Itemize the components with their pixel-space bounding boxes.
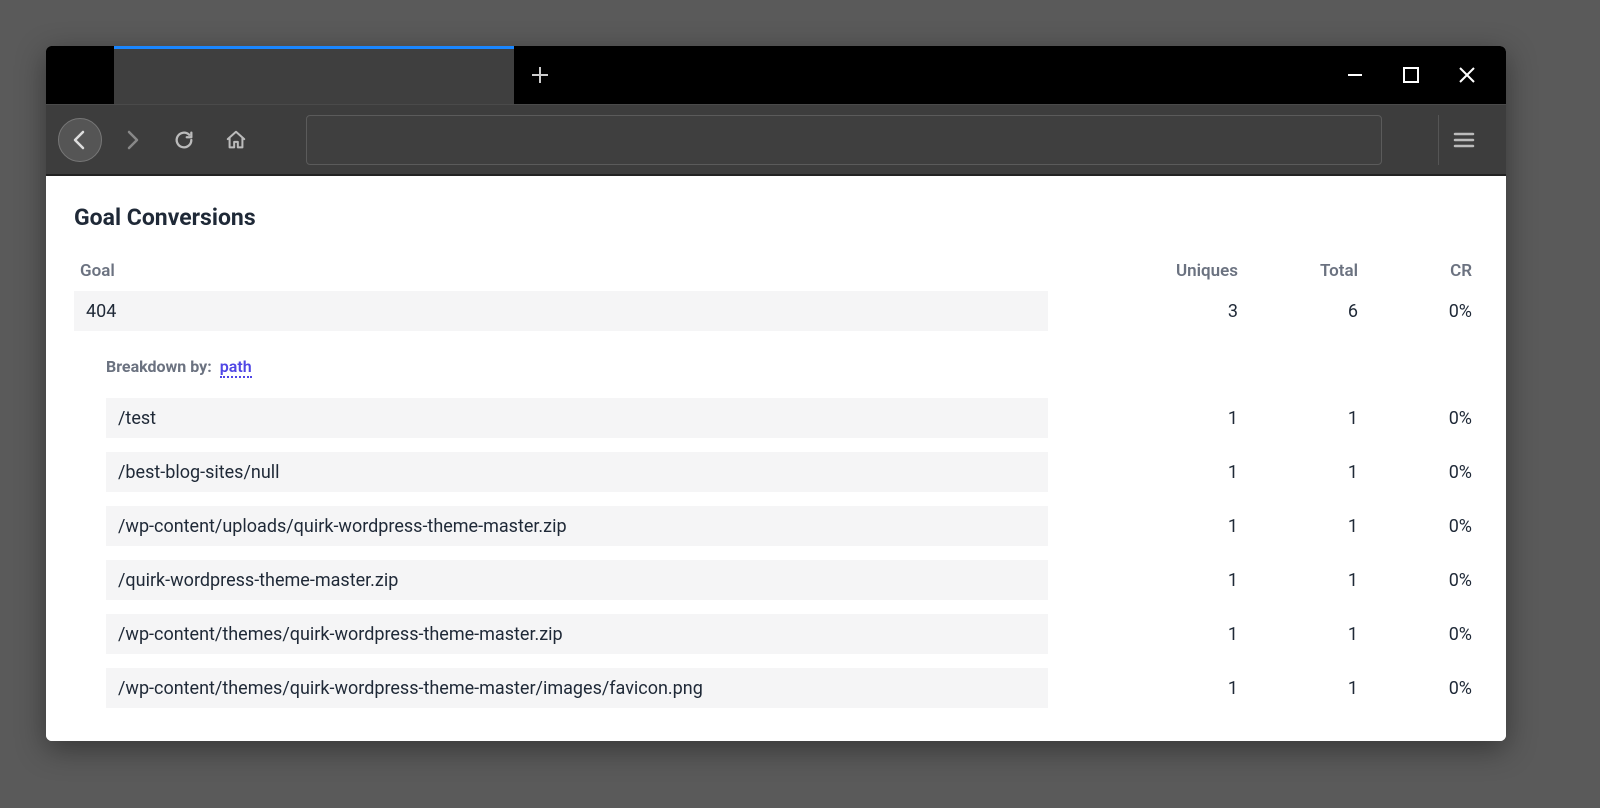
forward-button[interactable] xyxy=(110,118,154,162)
plus-icon xyxy=(530,65,550,85)
breakdown-cr: 0% xyxy=(1358,570,1478,591)
breakdown-row[interactable]: /wp-content/themes/quirk-wordpress-theme… xyxy=(106,614,1478,654)
col-goal-header: Goal xyxy=(80,261,1108,281)
active-tab[interactable] xyxy=(114,46,514,104)
minimize-icon xyxy=(1346,66,1364,84)
window-controls xyxy=(1346,46,1506,104)
new-tab-button[interactable] xyxy=(514,46,566,104)
breakdown-path: /wp-content/themes/quirk-wordpress-theme… xyxy=(106,614,1048,654)
window-maximize-button[interactable] xyxy=(1402,66,1420,84)
home-button[interactable] xyxy=(214,118,258,162)
close-icon xyxy=(1458,66,1476,84)
col-total-header: Total xyxy=(1238,261,1358,281)
breakdown-type-link[interactable]: path xyxy=(220,357,252,378)
goal-cr: 0% xyxy=(1358,301,1478,322)
breakdown-total: 1 xyxy=(1238,462,1358,483)
page-content: Goal Conversions Goal Uniques Total CR 4… xyxy=(46,176,1506,741)
breakdown-path: /best-blog-sites/null xyxy=(106,452,1048,492)
menu-button[interactable] xyxy=(1438,115,1488,165)
goal-uniques: 3 xyxy=(1108,301,1238,322)
breakdown-cr: 0% xyxy=(1358,624,1478,645)
browser-toolbar xyxy=(46,104,1506,176)
tab-loading-bar xyxy=(114,46,514,49)
breakdown-row[interactable]: /test110% xyxy=(106,398,1478,438)
breakdown-uniques: 1 xyxy=(1108,678,1238,699)
breakdown-total: 1 xyxy=(1238,570,1358,591)
breakdown-path: /quirk-wordpress-theme-master.zip xyxy=(106,560,1048,600)
maximize-icon xyxy=(1402,66,1420,84)
breakdown-uniques: 1 xyxy=(1108,462,1238,483)
breakdown-path: /wp-content/uploads/quirk-wordpress-them… xyxy=(106,506,1048,546)
breakdown-cr: 0% xyxy=(1358,516,1478,537)
breakdown-row[interactable]: /best-blog-sites/null110% xyxy=(106,452,1478,492)
goal-name: 404 xyxy=(74,291,1048,331)
breakdown-path: /wp-content/themes/quirk-wordpress-theme… xyxy=(106,668,1048,708)
breakdown-uniques: 1 xyxy=(1108,570,1238,591)
window-minimize-button[interactable] xyxy=(1346,66,1364,84)
breakdown-total: 1 xyxy=(1238,516,1358,537)
goal-total: 6 xyxy=(1238,301,1358,322)
breakdown-uniques: 1 xyxy=(1108,624,1238,645)
back-button[interactable] xyxy=(58,118,102,162)
breakdown-total: 1 xyxy=(1238,624,1358,645)
col-cr-header: CR xyxy=(1358,261,1478,281)
goal-row[interactable]: 404 3 6 0% xyxy=(74,291,1478,331)
breakdown-label: Breakdown by: xyxy=(106,357,212,376)
breakdown-uniques: 1 xyxy=(1108,408,1238,429)
table-header: Goal Uniques Total CR xyxy=(74,255,1478,291)
breakdown-total: 1 xyxy=(1238,408,1358,429)
browser-window: Goal Conversions Goal Uniques Total CR 4… xyxy=(46,46,1506,741)
tab-strip-leading xyxy=(46,46,114,104)
breakdown-cr: 0% xyxy=(1358,462,1478,483)
breakdown-header: Breakdown by: path xyxy=(106,357,1478,376)
reload-icon xyxy=(173,129,195,151)
col-uniques-header: Uniques xyxy=(1108,261,1238,281)
page-title: Goal Conversions xyxy=(74,204,1478,231)
breakdown-row[interactable]: /wp-content/themes/quirk-wordpress-theme… xyxy=(106,668,1478,708)
breakdown-row[interactable]: /wp-content/uploads/quirk-wordpress-them… xyxy=(106,506,1478,546)
breakdown-uniques: 1 xyxy=(1108,516,1238,537)
breakdown-total: 1 xyxy=(1238,678,1358,699)
breakdown-cr: 0% xyxy=(1358,678,1478,699)
reload-button[interactable] xyxy=(162,118,206,162)
url-bar[interactable] xyxy=(306,115,1382,165)
window-close-button[interactable] xyxy=(1458,66,1476,84)
breakdown-section: Breakdown by: path /test110%/best-blog-s… xyxy=(74,357,1478,708)
home-icon xyxy=(225,129,247,151)
breakdown-path: /test xyxy=(106,398,1048,438)
tab-strip xyxy=(46,46,1506,104)
breakdown-cr: 0% xyxy=(1358,408,1478,429)
breakdown-row[interactable]: /quirk-wordpress-theme-master.zip110% xyxy=(106,560,1478,600)
arrow-right-icon xyxy=(120,128,144,152)
hamburger-icon xyxy=(1452,128,1476,152)
arrow-left-icon xyxy=(68,128,92,152)
